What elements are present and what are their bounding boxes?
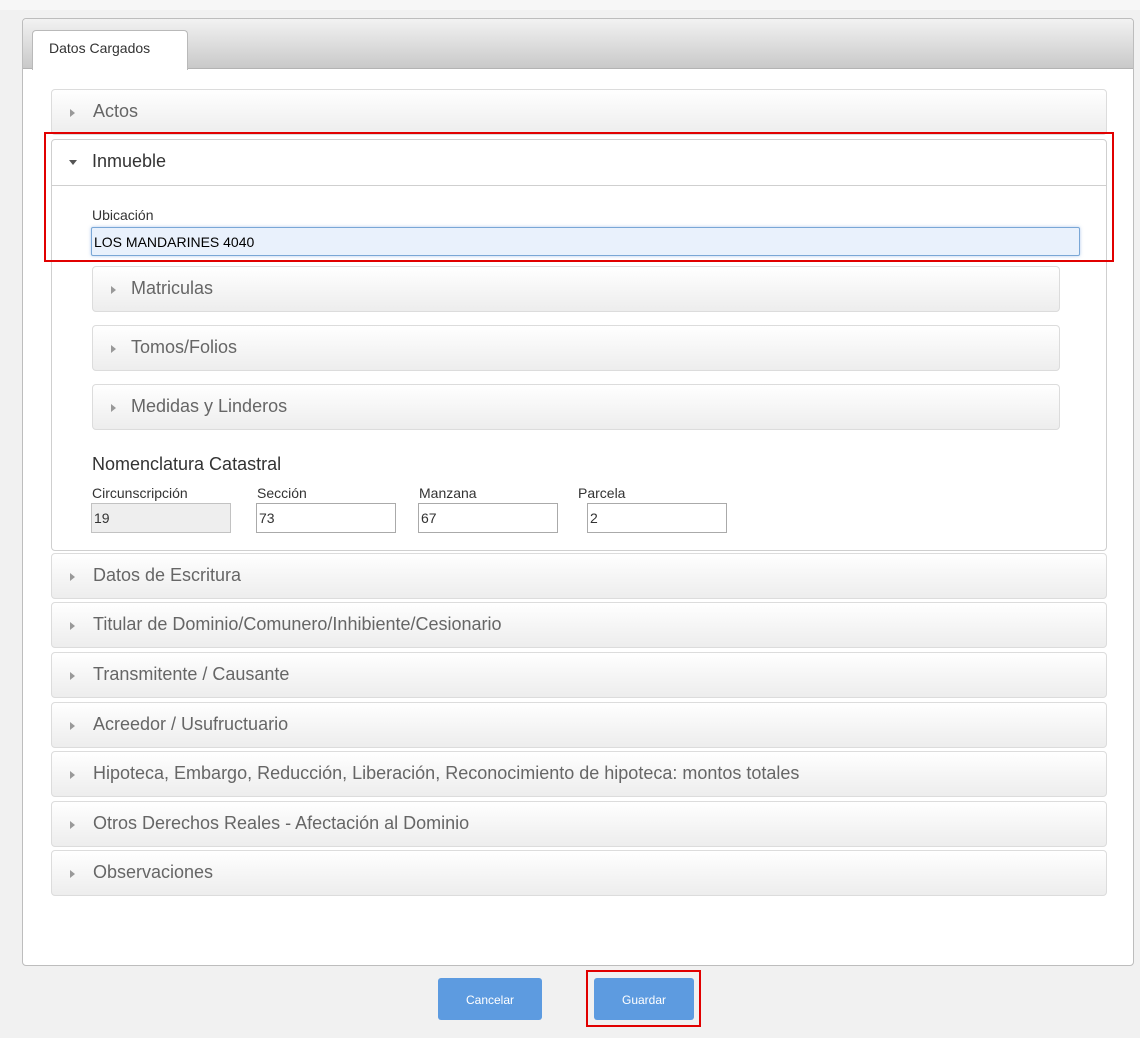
chevron-right-icon bbox=[70, 573, 75, 581]
nomenclatura-title: Nomenclatura Catastral bbox=[92, 454, 282, 474]
accordion-label: Acreedor / Usufructuario bbox=[93, 714, 289, 734]
accordion-actos[interactable]: Actos bbox=[51, 89, 1107, 135]
accordion-observaciones[interactable]: Observaciones bbox=[51, 850, 1107, 896]
accordion-label: Medidas y Linderos bbox=[131, 396, 288, 416]
accordion-label: Titular de Dominio/Comunero/Inhibiente/C… bbox=[93, 614, 502, 634]
chevron-right-icon bbox=[70, 672, 75, 680]
tab-bar: Datos Cargados bbox=[23, 19, 1133, 70]
chevron-right-icon bbox=[70, 622, 75, 630]
main-panel: Datos Cargados Actos Inmueble Ubicación … bbox=[22, 18, 1134, 966]
chevron-right-icon bbox=[70, 722, 75, 730]
accordion-inmueble-header[interactable]: Inmueble bbox=[52, 140, 1106, 186]
accordion-otros-derechos[interactable]: Otros Derechos Reales - Afectación al Do… bbox=[51, 801, 1107, 847]
chevron-right-icon bbox=[70, 870, 75, 878]
accordion-label: Datos de Escritura bbox=[93, 565, 242, 585]
manzana-input[interactable] bbox=[418, 503, 558, 533]
accordion-tomos-folios[interactable]: Tomos/Folios bbox=[92, 325, 1060, 371]
chevron-right-icon bbox=[70, 109, 75, 117]
circunscripcion-input bbox=[91, 503, 231, 533]
guardar-button[interactable]: Guardar bbox=[594, 978, 694, 1020]
chevron-right-icon bbox=[111, 345, 116, 353]
accordion-label: Tomos/Folios bbox=[131, 337, 238, 357]
accordion-medidas-linderos[interactable]: Medidas y Linderos bbox=[92, 384, 1060, 430]
accordion-label: Transmitente / Causante bbox=[93, 664, 290, 684]
accordion-matriculas[interactable]: Matriculas bbox=[92, 266, 1060, 312]
seccion-input[interactable] bbox=[256, 503, 396, 533]
parcela-label: Parcela bbox=[578, 485, 626, 501]
accordion-inmueble: Inmueble Ubicación Matriculas Tomos/Foli… bbox=[51, 139, 1107, 551]
accordion-label: Inmueble bbox=[92, 151, 167, 171]
cancelar-button[interactable]: Cancelar bbox=[438, 978, 542, 1020]
accordion-titular[interactable]: Titular de Dominio/Comunero/Inhibiente/C… bbox=[51, 602, 1107, 648]
chevron-right-icon bbox=[70, 821, 75, 829]
accordion-acreedor[interactable]: Acreedor / Usufructuario bbox=[51, 702, 1107, 748]
accordion-label: Actos bbox=[93, 101, 139, 121]
chevron-right-icon bbox=[70, 771, 75, 779]
chevron-down-icon bbox=[69, 160, 77, 165]
parcela-input[interactable] bbox=[587, 503, 727, 533]
accordion-label: Observaciones bbox=[93, 862, 214, 882]
accordion-datos-escritura[interactable]: Datos de Escritura bbox=[51, 553, 1107, 599]
accordion-hipoteca[interactable]: Hipoteca, Embargo, Reducción, Liberación… bbox=[51, 751, 1107, 797]
top-strip bbox=[0, 0, 1140, 10]
chevron-right-icon bbox=[111, 286, 116, 294]
circunscripcion-label: Circunscripción bbox=[92, 485, 188, 501]
manzana-label: Manzana bbox=[419, 485, 477, 501]
chevron-right-icon bbox=[111, 404, 116, 412]
accordion-label: Otros Derechos Reales - Afectación al Do… bbox=[93, 813, 470, 833]
accordion-label: Hipoteca, Embargo, Reducción, Liberación… bbox=[93, 763, 800, 783]
ubicacion-label: Ubicación bbox=[92, 207, 154, 223]
accordion-transmitente[interactable]: Transmitente / Causante bbox=[51, 652, 1107, 698]
tab-datos-cargados[interactable]: Datos Cargados bbox=[32, 30, 188, 70]
seccion-label: Sección bbox=[257, 485, 307, 501]
ubicacion-input[interactable] bbox=[91, 227, 1080, 256]
accordion-label: Matriculas bbox=[131, 278, 214, 298]
